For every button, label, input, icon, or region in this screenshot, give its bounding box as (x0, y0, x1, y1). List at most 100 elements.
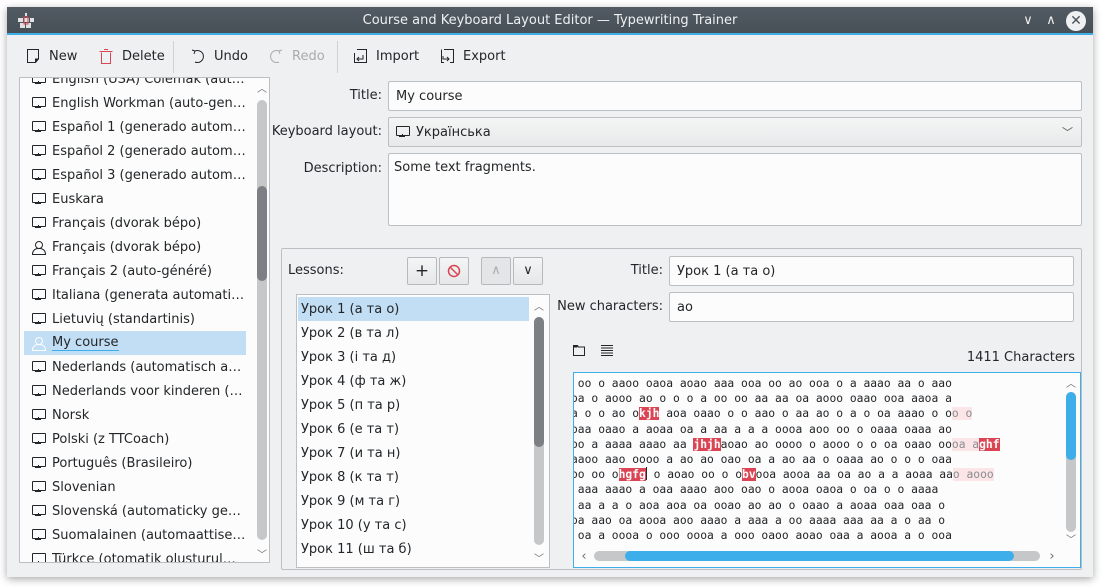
editor-vertical-scrollbar[interactable] (1066, 392, 1076, 532)
lesson-list-item[interactable]: Урок 8 (к та т) (298, 465, 529, 489)
course-list-item[interactable]: English (USA) Colemak (auto-... (24, 78, 246, 91)
course-label: Nederlands (automatisch aan... (52, 359, 246, 375)
course-list-item[interactable]: Norsk (24, 403, 246, 427)
minimize-button[interactable]: ∨ (1018, 11, 1038, 31)
lesson-list-item[interactable]: Урок 5 (п та р) (298, 393, 529, 417)
course-list-item[interactable]: Türkçe (otomatik olusturulmus) (24, 547, 246, 562)
scrollbar-thumb[interactable] (1066, 392, 1076, 460)
lesson-title-input[interactable]: Урок 1 (а та о) (669, 256, 1074, 286)
course-title-input[interactable]: My course (388, 81, 1082, 111)
course-list-item[interactable]: Français 2 (auto-généré) (24, 259, 246, 283)
lesson-list-item[interactable]: Урок 2 (в та л) (298, 321, 529, 345)
course-label: Lietuvių (standartinis) (52, 311, 195, 327)
course-list-item[interactable]: Slovenian (24, 475, 246, 499)
monitor-icon (32, 457, 46, 469)
lesson-list-item[interactable]: Урок 9 (м та г) (298, 489, 529, 513)
lesson-list-item[interactable]: Урок 7 (и та н) (298, 441, 529, 465)
monitor-icon (32, 193, 46, 205)
scroll-down-arrow-icon[interactable]: ﹀ (533, 550, 545, 565)
move-lesson-up-button[interactable]: ∧ (481, 257, 511, 285)
new-characters-label: New characters: (557, 299, 663, 314)
close-button[interactable]: ✕ (1066, 11, 1086, 31)
keyboard-layout-combo[interactable]: Українська ﹀ (388, 117, 1082, 147)
folder-icon[interactable] (572, 343, 586, 357)
scrollbar-thumb[interactable] (625, 551, 1014, 561)
overflow-highlight: o o (951, 407, 973, 421)
error-highlight: kjh (639, 407, 660, 421)
course-label: Nederlands voor kinderen (au... (52, 383, 246, 399)
course-list-item[interactable]: Nederlands voor kinderen (au... (24, 379, 246, 403)
monitor-icon (32, 481, 46, 493)
remove-lesson-button[interactable] (439, 257, 469, 285)
new-button[interactable]: New (25, 44, 77, 68)
course-label: Português (Brasileiro) (52, 455, 193, 471)
course-list-item[interactable]: Français (dvorak bépo) (24, 235, 246, 259)
scrollbar-thumb[interactable] (257, 186, 267, 281)
course-list-item[interactable]: Nederlands (automatisch aan... (24, 355, 246, 379)
lesson-list-scrollbar[interactable] (534, 317, 544, 545)
course-list-item[interactable]: Slovenská (automaticky gener... (24, 499, 246, 523)
course-list-item[interactable]: Suomalainen (automaattisesti... (24, 523, 246, 547)
course-label: Español 3 (generado automát... (52, 167, 246, 183)
import-button[interactable]: Import (352, 44, 419, 68)
course-label: Français 2 (auto-généré) (52, 263, 212, 279)
course-list-item[interactable]: Polski (z TTCoach) (24, 427, 246, 451)
lesson-list-item[interactable]: Урок 1 (а та о) (298, 297, 529, 321)
redo-icon (270, 49, 283, 63)
delete-button[interactable]: Delete (98, 44, 165, 68)
undo-button[interactable]: Undo (190, 44, 248, 68)
course-list-item[interactable]: Español 3 (generado automát... (24, 163, 246, 187)
course-list-scrollbar[interactable] (257, 100, 267, 540)
lesson-list-item[interactable]: Урок 11 (ш та б) (298, 537, 529, 561)
monitor-icon (32, 505, 46, 517)
course-list-item[interactable]: English Workman (auto-gener... (24, 91, 246, 115)
user-icon (32, 336, 46, 351)
text-segment: oa aao oa aooa aoo aaao a aaa a oo aaaa … (573, 513, 946, 527)
description-textarea[interactable]: Some text fragments. (388, 153, 1082, 226)
scroll-down-arrow-icon[interactable]: ﹀ (256, 546, 268, 561)
lesson-list-item[interactable]: Урок 3 (і та д) (298, 345, 529, 369)
lesson-list-item[interactable]: Урок 4 (ф та ж) (298, 369, 529, 393)
course-list[interactable]: Türkçe (otomatik olusturulmus) Suomalaine… (19, 77, 270, 563)
course-list-item[interactable]: Français (dvorak bépo) (24, 211, 246, 235)
monitor-icon (32, 145, 46, 157)
scroll-left-arrow-icon[interactable]: ‹ (578, 549, 590, 564)
title-bar[interactable]: Course and Keyboard Layout Editor — Type… (7, 7, 1093, 35)
text-line: a o o ao okjh aoa oaao o o aao o aa ao o… (574, 406, 1000, 421)
course-list-item[interactable]: Português (Brasileiro) (24, 451, 246, 475)
add-lesson-button[interactable]: + (407, 257, 437, 285)
scroll-up-arrow-icon[interactable]: ︿ (256, 80, 268, 95)
scrollbar-thumb[interactable] (534, 317, 544, 447)
keyboard-layout-label: Keyboard layout: (271, 124, 382, 139)
text-lines-icon[interactable] (600, 343, 614, 357)
course-label: Français (dvorak bépo) (52, 239, 202, 255)
course-list-item[interactable]: Lietuvių (standartinis) (24, 307, 246, 331)
scroll-down-arrow-icon[interactable]: ﹀ (1065, 531, 1077, 546)
course-list-item[interactable]: My course (24, 331, 246, 355)
lesson-list-item[interactable]: Урок 6 (е та т) (298, 417, 529, 441)
redo-button[interactable]: Redo (268, 44, 325, 68)
plus-icon: + (414, 261, 430, 281)
new-label: New (49, 48, 78, 64)
monitor-icon (32, 553, 46, 562)
monitor-icon (32, 265, 46, 277)
move-lesson-down-button[interactable]: ∨ (513, 257, 543, 285)
course-list-item[interactable]: Español 1 (generado automát... (24, 115, 246, 139)
course-list-item[interactable]: Italiana (generata automatica... (24, 283, 246, 307)
scroll-right-arrow-icon[interactable]: › (1046, 549, 1058, 564)
course-list-item[interactable]: Euskara (24, 187, 246, 211)
maximize-button[interactable]: ∧ (1041, 11, 1061, 31)
new-characters-input[interactable]: ao (669, 292, 1074, 322)
export-button[interactable]: Export (439, 44, 506, 68)
course-list-item[interactable]: Español 2 (generado automát... (24, 139, 246, 163)
import-label: Import (376, 48, 420, 64)
monitor-icon (32, 313, 46, 325)
lesson-list-item[interactable]: Урок 10 (у та с) (298, 513, 529, 537)
monitor-icon (32, 169, 46, 181)
scroll-up-arrow-icon[interactable]: ︿ (1065, 375, 1077, 390)
scroll-up-arrow-icon[interactable]: ︿ (533, 298, 545, 313)
lesson-text-editor[interactable]: oo o aaoo oaoa aoao aaa ooa oo ao ooa o … (573, 372, 1081, 568)
lesson-list[interactable]: Урок 11 (ш та б) Урок 10 (у та с) Урок 9 (… (296, 294, 550, 568)
editor-horizontal-scrollbar[interactable] (594, 551, 1040, 561)
new-characters-value: ao (677, 299, 693, 315)
